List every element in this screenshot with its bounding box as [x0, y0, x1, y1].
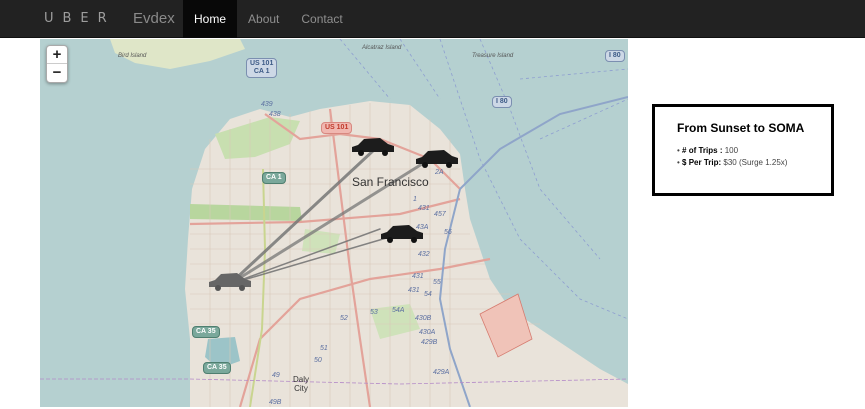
map-label-bird-island: Bird Island — [118, 53, 147, 59]
route-num: 1 — [413, 196, 417, 203]
trip-count-value: 100 — [724, 146, 739, 155]
route-num: 55 — [433, 279, 441, 286]
route-num: 54 — [424, 291, 432, 298]
route-num: 431 — [412, 273, 424, 280]
route-num: 429A — [433, 369, 450, 376]
map-label-san-francisco: San Francisco — [352, 175, 429, 189]
route-num: 49B — [269, 399, 282, 406]
zoom-control: + − — [46, 45, 68, 83]
map-label-treasure-island: Treasure Island — [472, 53, 514, 59]
uber-logo[interactable]: UBER — [44, 11, 116, 26]
shield-i80-b: I 80 — [492, 96, 512, 108]
car-icon[interactable] — [349, 136, 397, 158]
route-num: 439 — [261, 101, 273, 108]
shield-ca35-b: CA 35 — [203, 362, 231, 374]
map-label-daly-city: Daly City — [292, 375, 309, 393]
price-row: • $ Per Trip: $30 (Surge 1.25x) — [677, 158, 788, 167]
car-icon[interactable] — [207, 271, 253, 293]
route-num: 54A — [392, 307, 405, 314]
route-num: 2A — [435, 169, 444, 176]
route-num: 52 — [340, 315, 348, 322]
zoom-in-button[interactable]: + — [47, 46, 67, 64]
trip-count-label: # of Trips : — [682, 146, 723, 155]
route-num: 431 — [408, 287, 420, 294]
shield-us101-ca1: US 101 CA 1 — [246, 58, 278, 78]
route-num: 56 — [444, 229, 452, 236]
route-num: 430B — [415, 315, 432, 322]
price-label: $ Per Trip: — [682, 158, 722, 167]
trip-info-title: From Sunset to SOMA — [677, 121, 805, 135]
trip-info-box: From Sunset to SOMA • # of Trips : 100 •… — [652, 104, 834, 196]
shield-i80-a: I 80 — [605, 50, 625, 62]
trip-count-row: • # of Trips : 100 — [677, 146, 739, 155]
nav-links: Home About Contact — [183, 0, 354, 38]
navbar: UBER Evdex Home About Contact — [0, 0, 865, 38]
route-num: 53 — [370, 309, 378, 316]
map-view[interactable]: + − Bird Island Alcatraz Island Treasure… — [40, 39, 628, 407]
brand-name[interactable]: Evdex — [133, 10, 175, 27]
route-num: 431 — [418, 205, 430, 212]
shield-ca35-a: CA 35 — [192, 326, 220, 338]
route-num: 429B — [421, 339, 438, 346]
price-value: $30 (Surge 1.25x) — [723, 158, 788, 167]
map-tiles — [40, 39, 628, 407]
car-icon[interactable] — [413, 148, 461, 170]
nav-contact[interactable]: Contact — [290, 0, 353, 38]
nav-home[interactable]: Home — [183, 0, 238, 38]
route-num: 430A — [419, 329, 436, 336]
route-num: 438 — [269, 111, 281, 118]
route-num: 49 — [272, 372, 280, 379]
route-num: 50 — [314, 357, 322, 364]
map-label-alcatraz: Alcatraz Island — [362, 45, 402, 51]
nav-about[interactable]: About — [237, 0, 290, 38]
route-num: 432 — [418, 251, 430, 258]
shield-us101: US 101 — [321, 122, 353, 134]
shield-ca1: CA 1 — [262, 172, 286, 184]
route-num: 57 — [438, 211, 446, 218]
zoom-out-button[interactable]: − — [47, 64, 67, 82]
car-icon[interactable] — [378, 223, 426, 245]
route-num: 51 — [320, 345, 328, 352]
